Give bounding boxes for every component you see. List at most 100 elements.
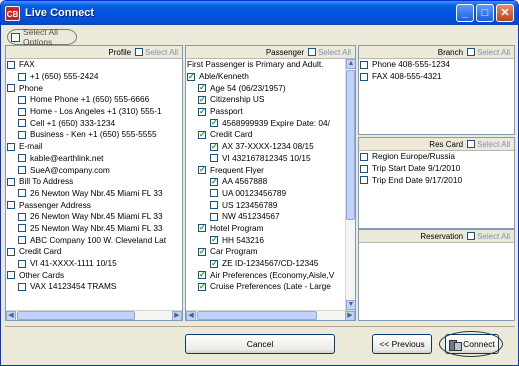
checked-checkbox[interactable] [198,164,206,175]
checkbox[interactable] [210,201,218,210]
checkbox[interactable] [7,247,15,256]
passenger-vertical-scrollbar[interactable]: ▲ ▼ [345,59,355,310]
profile-select-all-checkbox[interactable] [135,48,144,56]
profile-row[interactable]: Cell +1 (650) 333-1234 [6,117,182,129]
checked-checkbox[interactable] [210,141,218,152]
profile-row[interactable]: Other Cards [6,269,182,281]
previous-button[interactable]: << Previous [372,334,432,354]
checkbox[interactable] [18,95,26,104]
scroll-left-arrow-icon[interactable]: ◀ [186,311,196,320]
profile-row[interactable]: +1 (650) 555-2424 [6,71,182,83]
checkbox[interactable] [210,189,218,198]
checked-checkbox[interactable] [198,223,206,233]
branch-select-all-checkbox[interactable] [467,48,476,56]
branch-row[interactable]: Phone 408-555-1234 [359,59,514,71]
passenger-row[interactable]: Air Preferences (Economy,Aisle,V [186,269,355,281]
passenger-row[interactable]: UA 00123456789 [186,188,355,200]
checkbox[interactable] [18,154,26,163]
checkbox[interactable] [18,259,26,268]
profile-row[interactable]: 25 Newton Way Nbr.45 Miami FL 33 [6,223,182,235]
checkbox[interactable] [18,224,26,233]
checkbox[interactable] [7,271,15,280]
checked-checkbox[interactable] [198,94,206,105]
scroll-right-arrow-icon[interactable]: ▶ [172,311,182,320]
checkbox[interactable] [7,84,15,93]
scroll-right-arrow-icon[interactable]: ▶ [345,311,355,320]
profile-row[interactable]: VI 41-XXXX-1111 10/15 [6,258,182,270]
checkbox[interactable] [18,107,26,116]
checked-checkbox[interactable] [210,117,218,128]
scroll-left-arrow-icon[interactable]: ◀ [6,311,16,320]
checkbox[interactable] [360,60,368,69]
checkbox[interactable] [360,164,368,173]
checkbox[interactable] [7,201,15,210]
scroll-up-arrow-icon[interactable]: ▲ [346,59,355,69]
checkbox[interactable] [18,119,26,128]
passenger-row[interactable]: Car Program [186,246,355,258]
checked-checkbox[interactable] [198,106,206,117]
passenger-row[interactable]: ZE ID-1234567/CD-12345 [186,258,355,270]
scroll-down-arrow-icon[interactable]: ▼ [346,300,355,310]
passenger-row[interactable]: AA 4567888 [186,176,355,188]
checkbox[interactable] [210,212,218,221]
checkbox[interactable] [18,236,26,245]
res-card-row[interactable]: Trip Start Date 9/1/2010 [359,163,514,175]
checked-checkbox[interactable] [210,176,218,187]
profile-row[interactable]: Home Phone +1 (650) 555-6666 [6,94,182,106]
reservation-select-all-checkbox[interactable] [467,232,476,240]
checked-checkbox[interactable] [210,258,218,269]
profile-row[interactable]: 26 Newton Way Nbr.45 Miami FL 33 [6,188,182,200]
passenger-row[interactable]: Citizenship US [186,94,355,106]
checkbox[interactable] [18,166,26,175]
close-button[interactable]: ✕ [496,4,514,22]
passenger-row[interactable]: Cruise Preferences (Late - Large [186,281,355,293]
profile-row[interactable]: Phone [6,82,182,94]
checked-checkbox[interactable] [187,71,195,82]
res-card-row[interactable]: Region Europe/Russia [359,151,514,163]
checkbox[interactable] [18,72,26,81]
checkbox[interactable] [18,189,26,198]
passenger-row[interactable]: Credit Card [186,129,355,141]
checkbox[interactable] [360,176,368,185]
res-card-select-all-checkbox[interactable] [467,140,476,148]
branch-row[interactable]: FAX 408-555-4321 [359,71,514,83]
passenger-row[interactable]: Frequent Flyer [186,164,355,176]
checked-checkbox[interactable] [198,129,206,140]
passenger-row[interactable]: Age 54 (06/23/1957) [186,82,355,94]
passenger-select-all-checkbox[interactable] [308,48,317,56]
passenger-horizontal-scrollbar[interactable]: ◀ ▶ [186,310,355,320]
select-all-options-box[interactable] [11,32,20,42]
profile-row[interactable]: VAX 14123454 TRAMS [6,281,182,293]
profile-row[interactable]: 26 Newton Way Nbr.45 Miami FL 33 [6,211,182,223]
checkbox[interactable] [7,142,15,151]
profile-row[interactable]: Home - Los Angeles +1 (310) 555-1 [6,106,182,118]
profile-row[interactable]: Credit Card [6,246,182,258]
title-bar[interactable]: CB Live Connect _ □ ✕ [1,1,518,25]
profile-row[interactable]: Business - Ken +1 (650) 555-5555 [6,129,182,141]
passenger-row[interactable]: Able/Kenneth [186,71,355,83]
res-card-row[interactable]: Trip End Date 9/17/2010 [359,174,514,186]
checked-checkbox[interactable] [198,269,206,280]
checked-checkbox[interactable] [210,234,218,245]
cancel-button[interactable]: Cancel [185,334,335,354]
passenger-row[interactable]: US 123456789 [186,199,355,211]
profile-row[interactable]: FAX [6,59,182,71]
checkbox[interactable] [18,212,26,221]
profile-row[interactable]: E-mail [6,141,182,153]
checked-checkbox[interactable] [198,246,206,257]
checkbox[interactable] [360,72,368,81]
minimize-button[interactable]: _ [456,4,474,22]
passenger-hscroll-thumb[interactable] [197,311,317,320]
checkbox[interactable] [7,60,15,69]
passenger-row[interactable]: VI 432167812345 10/15 [186,153,355,165]
passenger-row[interactable]: AX 37-XXXX-1234 08/15 [186,141,355,153]
checkbox[interactable] [210,154,218,163]
checked-checkbox[interactable] [198,281,206,292]
profile-row[interactable]: Passenger Address [6,199,182,211]
passenger-row[interactable]: Hotel Program [186,223,355,235]
passenger-row[interactable]: Passport [186,106,355,118]
checked-checkbox[interactable] [198,82,206,93]
profile-row[interactable]: kable@earthlink.net [6,153,182,165]
maximize-button[interactable]: □ [476,4,494,22]
profile-row[interactable]: SueA@company.com [6,164,182,176]
